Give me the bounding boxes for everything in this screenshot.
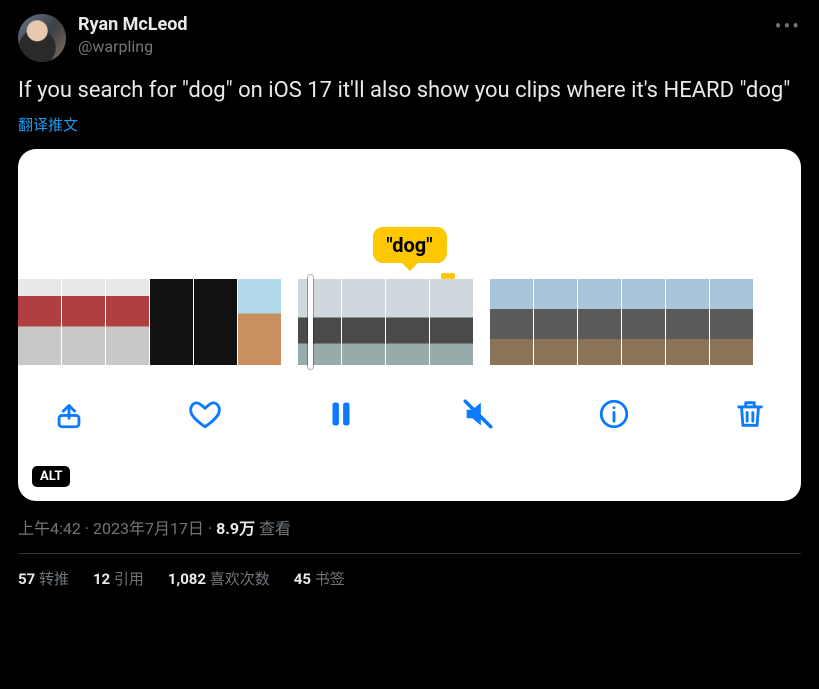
more-menu-button[interactable]: ••• xyxy=(775,14,801,38)
thumbnail xyxy=(150,279,194,365)
thumbnail xyxy=(298,279,342,365)
trash-icon[interactable] xyxy=(733,397,767,431)
clip-group-3[interactable] xyxy=(490,279,754,365)
meta-sep: · xyxy=(204,519,216,538)
thumbnail xyxy=(666,279,710,365)
author-display-name[interactable]: Ryan McLeod xyxy=(78,14,188,37)
divider xyxy=(18,553,801,554)
stat-label: 喜欢次数 xyxy=(206,570,270,588)
stat-bookmarks[interactable]: 45 书签 xyxy=(294,568,345,589)
thumbnail xyxy=(238,279,282,365)
clip-group-1[interactable] xyxy=(18,279,282,365)
info-icon[interactable] xyxy=(597,397,631,431)
thumbnail xyxy=(194,279,238,365)
playhead[interactable] xyxy=(308,275,313,369)
thumbnail xyxy=(62,279,106,365)
alt-badge[interactable]: ALT xyxy=(32,466,70,487)
meta-views-count[interactable]: 8.9万 xyxy=(216,519,255,538)
media-top-space xyxy=(18,149,801,227)
stat-label: 书签 xyxy=(311,570,345,588)
stat-label: 转推 xyxy=(35,570,69,588)
speaker-muted-icon[interactable] xyxy=(461,397,495,431)
stat-count: 45 xyxy=(294,570,311,588)
heart-icon[interactable] xyxy=(188,397,222,431)
thumbnail xyxy=(106,279,150,365)
tweet-meta: 上午4:42 · 2023年7月17日 · 8.9万 查看 xyxy=(18,515,801,539)
thumbnail xyxy=(386,279,430,365)
media-toolbar xyxy=(18,369,801,431)
stat-count: 57 xyxy=(18,570,35,588)
thumbnail xyxy=(534,279,578,365)
stat-retweets[interactable]: 57 转推 xyxy=(18,568,69,589)
thumbnail xyxy=(342,279,386,365)
tweet-text: If you search for "dog" on iOS 17 it'll … xyxy=(18,76,801,106)
stat-label: 引用 xyxy=(110,570,144,588)
thumbnail xyxy=(18,279,62,365)
thumbnail xyxy=(578,279,622,365)
stat-quotes[interactable]: 12 引用 xyxy=(93,568,144,589)
author-names: Ryan McLeod @warpling xyxy=(78,14,188,57)
meta-sep: · xyxy=(81,519,93,538)
clip-group-2[interactable] xyxy=(298,279,474,365)
author-handle[interactable]: @warpling xyxy=(78,37,188,57)
stat-likes[interactable]: 1,082 喜欢次数 xyxy=(168,568,270,589)
avatar[interactable] xyxy=(18,14,66,62)
thumbnail xyxy=(490,279,534,365)
video-scrubber[interactable] xyxy=(18,275,801,369)
meta-time[interactable]: 上午4:42 xyxy=(18,519,81,538)
translate-link[interactable]: 翻译推文 xyxy=(18,114,801,135)
share-icon[interactable] xyxy=(52,397,86,431)
media-attachment[interactable]: "dog" xyxy=(18,149,801,501)
pause-icon[interactable] xyxy=(324,397,358,431)
tweet-header: Ryan McLeod @warpling xyxy=(18,14,801,62)
stat-count: 1,082 xyxy=(168,570,206,588)
stat-count: 12 xyxy=(93,570,110,588)
caption-bubble: "dog" xyxy=(372,227,446,263)
tweet: ••• Ryan McLeod @warpling If you search … xyxy=(18,14,801,589)
caption-row: "dog" xyxy=(18,227,801,275)
meta-views-label: 查看 xyxy=(255,519,291,538)
thumbnail xyxy=(622,279,666,365)
thumbnail xyxy=(710,279,754,365)
meta-date[interactable]: 2023年7月17日 xyxy=(93,519,204,538)
thumbnail xyxy=(430,279,474,365)
tweet-stats: 57 转推 12 引用 1,082 喜欢次数 45 书签 xyxy=(18,568,801,589)
